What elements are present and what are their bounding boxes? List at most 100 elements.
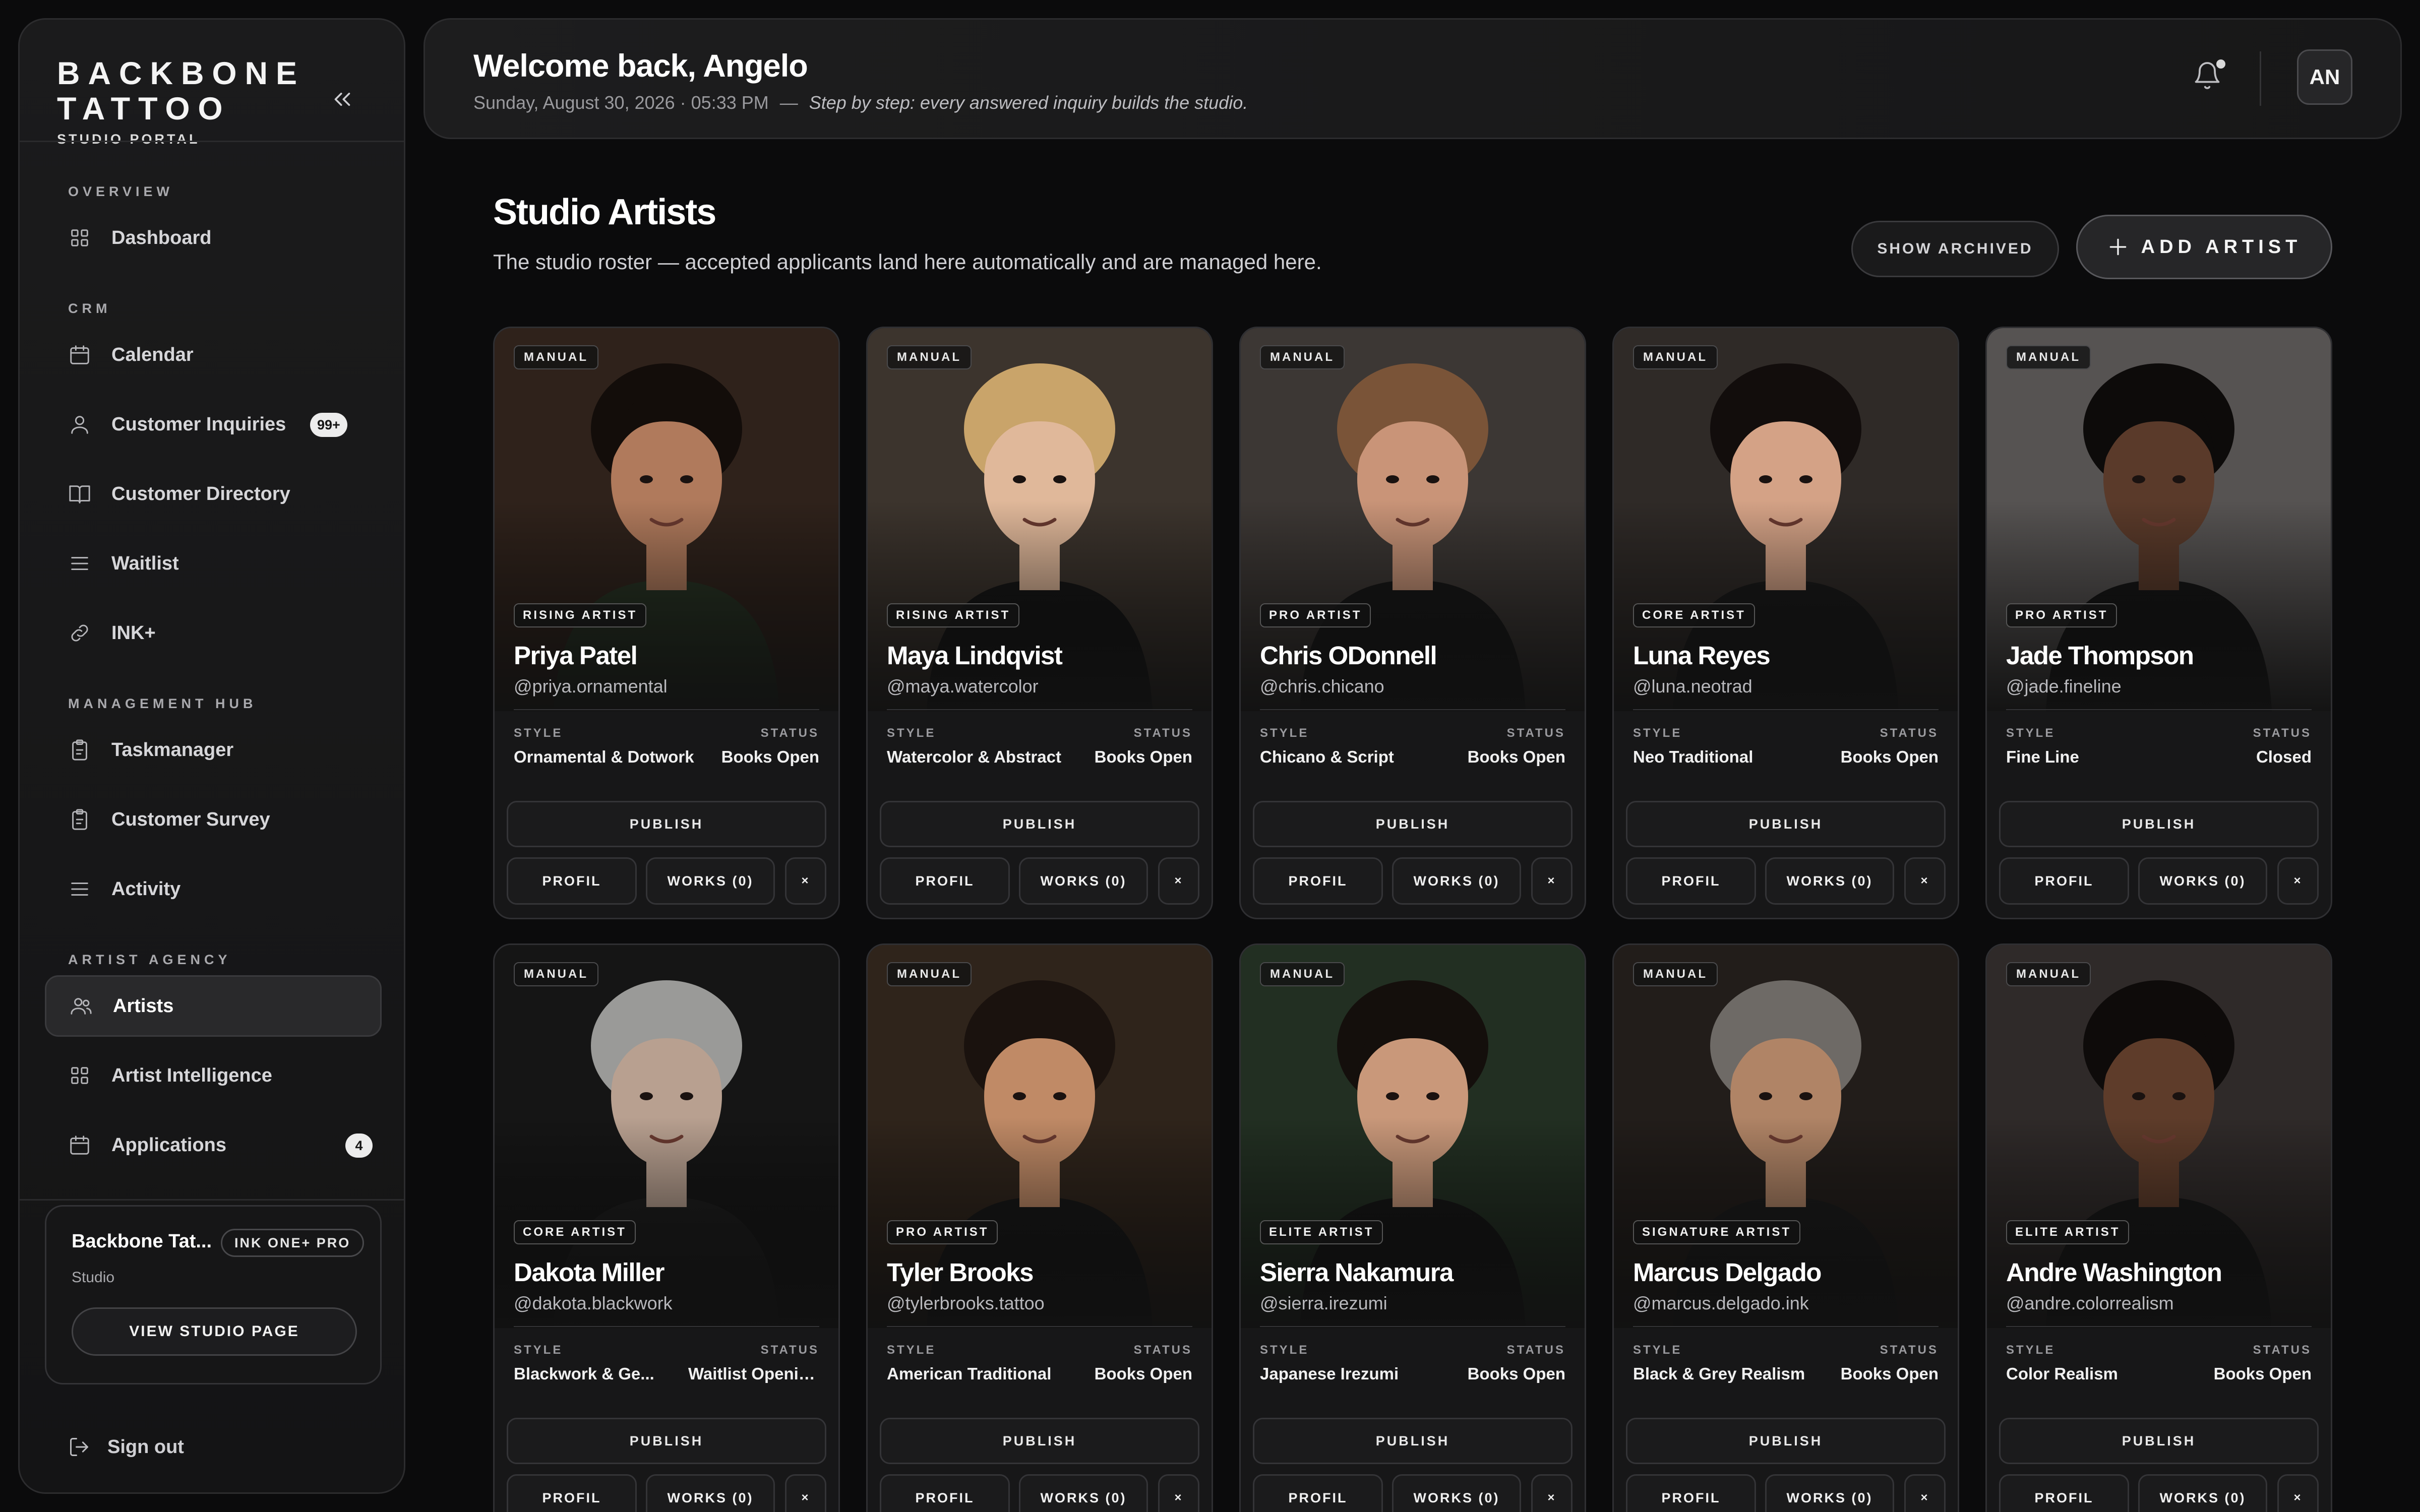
card-divider <box>2006 1326 2312 1327</box>
sidebar-item-artists[interactable]: Artists <box>45 975 382 1037</box>
sidebar-item-ink[interactable]: INK+ <box>45 602 382 664</box>
collapse-sidebar-button[interactable] <box>322 79 362 119</box>
sidebar-icon <box>68 482 91 506</box>
remove-artist-button[interactable]: × <box>1531 857 1572 905</box>
sidebar-icon <box>68 552 91 575</box>
works-button[interactable]: WORKS (0) <box>1019 857 1148 905</box>
artist-name: Dakota Miller <box>514 1258 664 1287</box>
sidebar-item-artist-intelligence[interactable]: Artist Intelligence <box>45 1045 382 1106</box>
profile-button[interactable]: PROFIL <box>1253 857 1383 905</box>
style-label: STYLE <box>1260 726 1309 740</box>
publish-button[interactable]: PUBLISH <box>1626 801 1946 847</box>
profile-button[interactable]: PROFIL <box>880 1474 1010 1512</box>
publish-button[interactable]: PUBLISH <box>1253 801 1572 847</box>
publish-button[interactable]: PUBLISH <box>880 1418 1199 1464</box>
tier-badge: RISING ARTIST <box>514 603 647 627</box>
section-title: OVERVIEW <box>68 184 174 199</box>
works-button[interactable]: WORKS (0) <box>1019 1474 1148 1512</box>
artist-handle: @luna.neotrad <box>1633 676 1752 697</box>
works-button[interactable]: WORKS (0) <box>1392 1474 1521 1512</box>
style-value: Japanese Irezumi <box>1260 1364 1399 1383</box>
sidebar-icon <box>68 413 91 436</box>
remove-artist-button[interactable]: × <box>785 857 826 905</box>
sidebar-item-calendar[interactable]: Calendar <box>45 324 382 386</box>
works-button[interactable]: WORKS (0) <box>1765 857 1894 905</box>
style-label: STYLE <box>514 1343 563 1357</box>
publish-button[interactable]: PUBLISH <box>1626 1418 1946 1464</box>
publish-button[interactable]: PUBLISH <box>880 801 1199 847</box>
profile-button[interactable]: PROFIL <box>1253 1474 1383 1512</box>
status-value: Waitlist Openin... <box>688 1364 819 1383</box>
remove-artist-button[interactable]: × <box>1158 1474 1199 1512</box>
publish-button[interactable]: PUBLISH <box>507 1418 826 1464</box>
sign-out-button[interactable]: Sign out <box>68 1436 184 1458</box>
chevrons-left-icon <box>334 92 350 106</box>
profile-button[interactable]: PROFIL <box>507 1474 637 1512</box>
sidebar-item-applications[interactable]: Applications 4 <box>45 1114 382 1176</box>
brand-subtitle: STUDIO PORTAL <box>57 132 200 147</box>
tier-badge: CORE ARTIST <box>1633 603 1755 627</box>
status-value: Books Open <box>2213 1364 2312 1383</box>
section-title: ARTIST AGENCY <box>68 952 231 967</box>
clipboard-icon <box>72 739 87 761</box>
remove-artist-button[interactable]: × <box>785 1474 826 1512</box>
profile-button[interactable]: PROFIL <box>507 857 637 905</box>
show-archived-button[interactable]: SHOW ARCHIVED <box>1851 221 2059 277</box>
sidebar-item-taskmanager[interactable]: Taskmanager <box>45 719 382 781</box>
style-label: STYLE <box>887 1343 936 1357</box>
sidebar-item-customer-survey[interactable]: Customer Survey <box>45 789 382 850</box>
status-label: STATUS <box>760 726 819 740</box>
calendar-icon <box>70 345 89 364</box>
artist-handle: @tylerbrooks.tattoo <box>887 1293 1045 1313</box>
remove-artist-button[interactable]: × <box>2277 857 2319 905</box>
profile-button[interactable]: PROFIL <box>1999 1474 2129 1512</box>
profile-button[interactable]: PROFIL <box>1999 857 2129 905</box>
sidebar-item-dashboard[interactable]: Dashboard <box>45 207 382 269</box>
works-button[interactable]: WORKS (0) <box>2138 857 2267 905</box>
header-divider <box>2260 51 2261 106</box>
profile-button[interactable]: PROFIL <box>1626 1474 1756 1512</box>
sidebar-item-activity[interactable]: Activity <box>45 858 382 920</box>
publish-button[interactable]: PUBLISH <box>1999 801 2319 847</box>
sidebar-icon <box>68 808 91 831</box>
top-header: Welcome back, Angelo Sunday, August 30, … <box>424 18 2402 139</box>
works-button[interactable]: WORKS (0) <box>1392 857 1521 905</box>
brand-logo[interactable]: BACKBONE TATTOO STUDIO PORTAL <box>57 56 339 147</box>
remove-artist-button[interactable]: × <box>1904 857 1946 905</box>
artist-card: MANUAL RISING ARTIST Priya Patel @priya.orn… <box>493 327 840 919</box>
user-avatar[interactable]: AN <box>2297 49 2352 105</box>
remove-artist-button[interactable]: × <box>2277 1474 2319 1512</box>
publish-button[interactable]: PUBLISH <box>507 801 826 847</box>
source-badge: MANUAL <box>1633 345 1718 369</box>
artist-handle: @chris.chicano <box>1260 676 1384 697</box>
tier-badge: ELITE ARTIST <box>2006 1220 2130 1244</box>
source-badge: MANUAL <box>887 345 972 369</box>
remove-artist-button[interactable]: × <box>1904 1474 1946 1512</box>
works-button[interactable]: WORKS (0) <box>646 1474 775 1512</box>
artist-name: Maya Lindqvist <box>887 641 1063 670</box>
publish-button[interactable]: PUBLISH <box>1253 1418 1572 1464</box>
studio-type: Studio <box>72 1269 115 1286</box>
tier-badge: CORE ARTIST <box>514 1220 636 1244</box>
plan-badge: INK ONE+ PRO <box>221 1229 365 1257</box>
works-button[interactable]: WORKS (0) <box>646 857 775 905</box>
style-value: Ornamental & Dotwork <box>514 747 694 766</box>
profile-button[interactable]: PROFIL <box>1626 857 1756 905</box>
source-badge: MANUAL <box>2006 962 2091 986</box>
sidebar-item-customer-directory[interactable]: Customer Directory <box>45 463 382 525</box>
remove-artist-button[interactable]: × <box>1531 1474 1572 1512</box>
profile-button[interactable]: PROFIL <box>880 857 1010 905</box>
sidebar-item-customer-inquiries[interactable]: Customer Inquiries 99+ <box>45 394 382 455</box>
add-artist-button[interactable]: ADD ARTIST <box>2076 215 2332 279</box>
view-studio-page-button[interactable]: VIEW STUDIO PAGE <box>72 1307 357 1356</box>
publish-button[interactable]: PUBLISH <box>1999 1418 2319 1464</box>
sidebar-item-label: Artists <box>113 995 174 1017</box>
sidebar-item-label: Waitlist <box>111 552 179 574</box>
section-title: CRM <box>68 301 111 316</box>
remove-artist-button[interactable]: × <box>1158 857 1199 905</box>
notification-dot <box>2216 59 2225 69</box>
sidebar-item-waitlist[interactable]: Waitlist <box>45 533 382 594</box>
plus-icon <box>2109 238 2126 256</box>
works-button[interactable]: WORKS (0) <box>2138 1474 2267 1512</box>
works-button[interactable]: WORKS (0) <box>1765 1474 1894 1512</box>
